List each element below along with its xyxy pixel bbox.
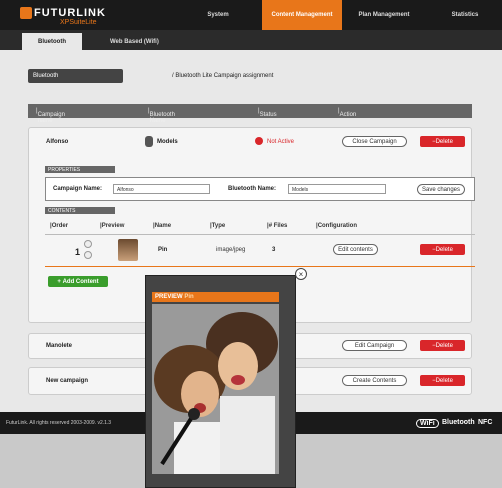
header-action: Action	[339, 112, 357, 118]
page-title: Bluetooth	[28, 69, 123, 83]
delete-campaign-button[interactable]: − Delete	[420, 340, 465, 351]
edit-campaign-button[interactable]: Edit Campaign	[342, 340, 407, 351]
delete-label: Delete	[435, 138, 453, 145]
campaign-name: Manolete	[46, 343, 73, 349]
add-content-label: Add Content	[62, 278, 99, 285]
copyright-text: FuturLink. All rights reserved 2003-2009…	[6, 420, 112, 426]
campaign-table-header: | Campaign name | Bluetooth Name | Statu…	[28, 104, 472, 124]
campaign-bluetooth-name: Models	[157, 139, 178, 145]
tab-bluetooth[interactable]: Bluetooth	[22, 33, 82, 50]
close-campaign-button[interactable]: Close Campaign	[342, 136, 407, 147]
divider	[45, 234, 475, 235]
status-inactive-icon	[255, 137, 263, 145]
nfc-logo-icon: NFC	[478, 419, 493, 426]
delete-label: Delete	[435, 342, 453, 349]
delete-content-button[interactable]: − Delete	[420, 244, 465, 255]
content-type: image/jpeg	[216, 247, 246, 253]
campaign-name-label: Campaign Name:	[53, 186, 103, 192]
content-preview-thumbnail[interactable]	[118, 239, 138, 261]
delete-campaign-button[interactable]: − Delete	[420, 136, 465, 147]
preview-label: PREVIEW	[155, 294, 183, 300]
nav-statistics[interactable]: Statistics	[440, 0, 490, 30]
wifi-logo-icon: WiFi	[416, 419, 439, 428]
save-changes-button[interactable]: Save changes	[417, 184, 465, 195]
futurlink-logo-icon	[20, 7, 32, 19]
col-name: Name	[154, 223, 172, 229]
app-logo-subtitle: XPSuiteLite	[60, 19, 97, 26]
preview-header: PREVIEW Pin	[152, 292, 279, 302]
move-up-icon[interactable]	[84, 240, 92, 248]
col-configuration: Configuration	[317, 223, 358, 229]
divider	[45, 266, 475, 267]
close-icon[interactable]: ×	[295, 268, 307, 280]
nav-system[interactable]: System	[193, 0, 243, 30]
bluetooth-name-label: Bluetooth Name:	[228, 186, 276, 192]
create-contents-button[interactable]: Create Contents	[342, 375, 407, 386]
add-content-button[interactable]: + Add Content	[48, 276, 108, 287]
col-files: # Files	[268, 223, 288, 229]
bluetooth-name-field[interactable]: Models	[288, 184, 386, 194]
campaign-name: New campaign	[46, 378, 89, 384]
delete-label: Delete	[435, 377, 453, 384]
header-status: Status	[259, 112, 277, 118]
header-bluetooth-name: Bluetooth Name	[149, 112, 175, 124]
col-type: Type	[211, 223, 226, 229]
contents-header: CONTENTS	[45, 207, 115, 214]
nav-content-management[interactable]: Content Management	[262, 0, 342, 30]
preview-photo-illustration	[152, 304, 279, 474]
bluetooth-icon	[145, 136, 153, 147]
preview-content-name: Pin	[184, 294, 194, 300]
col-preview: Preview	[101, 223, 125, 229]
campaign-name: Alfonso	[46, 139, 69, 145]
col-order: Order	[51, 223, 69, 229]
header-campaign-name: Campaign name	[37, 112, 65, 124]
campaign-name-field[interactable]: Alfonso	[113, 184, 210, 194]
app-logo: FUTURLINK	[34, 7, 106, 19]
content-name: Pin	[158, 247, 168, 253]
bluetooth-logo-icon: Bluetooth	[442, 419, 475, 426]
breadcrumb: / Bluetooth Lite Campaign assignment	[172, 73, 274, 79]
content-order: 1	[75, 247, 81, 257]
edit-contents-button[interactable]: Edit contents	[333, 244, 378, 255]
status-badge: Not Active	[267, 139, 295, 145]
contents-table-header: |Order |Preview |Name |Type |# Files |Co…	[50, 223, 358, 229]
content-files-count: 3	[272, 247, 276, 253]
properties-header: PROPERTIES	[45, 166, 115, 173]
tab-web-based-wifi[interactable]: Web Based (Wifi)	[100, 33, 169, 50]
delete-campaign-button[interactable]: − Delete	[420, 375, 465, 386]
nav-plan-management[interactable]: Plan Management	[350, 0, 418, 30]
preview-image	[152, 304, 279, 474]
delete-label: Delete	[435, 246, 453, 253]
move-down-icon[interactable]	[84, 251, 92, 259]
